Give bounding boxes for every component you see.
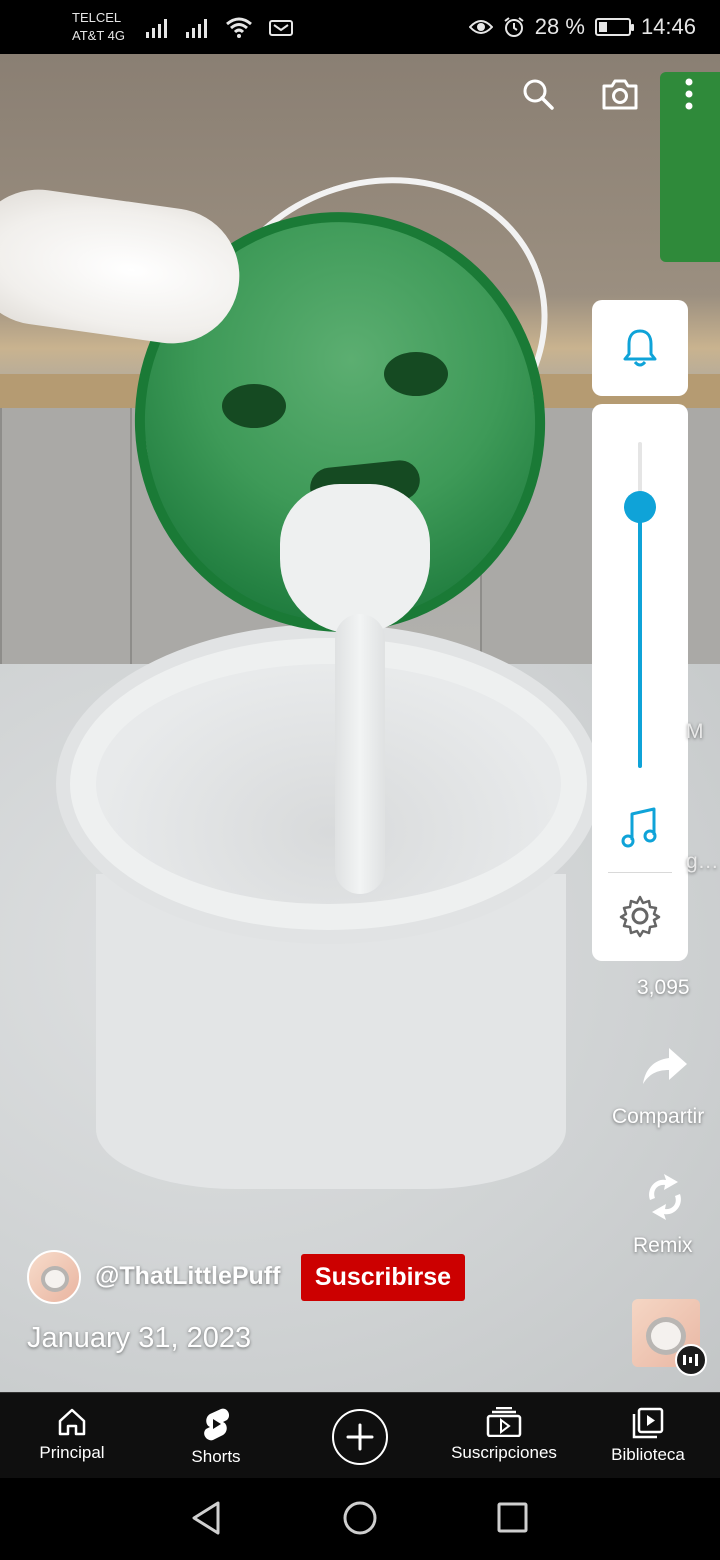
partial-label: g…	[686, 850, 719, 873]
volume-panel	[592, 404, 688, 961]
sound-badge-icon	[675, 1344, 707, 1376]
lid-eye-right	[384, 352, 448, 396]
notification-bell-button[interactable]	[592, 300, 688, 396]
nav-item-suscripciones[interactable]: Suscripciones	[441, 1393, 567, 1479]
lid-eye-left	[222, 384, 286, 428]
nav-item-principal[interactable]: Principal	[22, 1393, 122, 1479]
battery-percent: 28 %	[534, 14, 585, 39]
music-note-icon[interactable]	[620, 806, 660, 850]
signal-group	[145, 16, 293, 38]
cat-paw	[0, 180, 249, 353]
system-navigation-bar	[0, 1478, 720, 1560]
nav-item-biblioteca[interactable]: Biblioteca	[598, 1393, 698, 1479]
gear-icon[interactable]	[618, 894, 662, 938]
signal-icon	[145, 19, 167, 38]
subscribe-button[interactable]: Suscribirse	[301, 1254, 465, 1301]
paint-stream	[335, 614, 385, 894]
volume-slider-fill	[638, 507, 642, 768]
more-vert-icon[interactable]	[684, 76, 694, 112]
cat-avatar-image	[41, 1266, 69, 1292]
carrier-name-1: TELCEL	[72, 10, 122, 25]
library-icon	[632, 1407, 664, 1439]
shorts-icon	[204, 1408, 230, 1441]
remix-button-label[interactable]: Remix	[633, 1234, 693, 1258]
carrier-info: TELCEL AT&T 4G	[72, 9, 125, 45]
nav-item-shorts[interactable]: Shorts	[166, 1393, 266, 1479]
carrier-name-2: AT&T 4G	[72, 28, 125, 43]
back-icon[interactable]	[190, 1500, 222, 1536]
wifi-icon	[226, 17, 252, 38]
alarm-icon	[504, 17, 524, 37]
nav-label: Principal	[39, 1443, 105, 1462]
remix-icon[interactable]	[640, 1172, 690, 1222]
battery-fill	[598, 22, 607, 32]
battery-icon	[594, 18, 634, 36]
status-right: 28 % 14:46	[468, 14, 696, 40]
bell-icon	[623, 329, 657, 367]
subscriptions-icon	[486, 1407, 522, 1437]
partial-label: M	[686, 720, 704, 743]
home-circle-icon[interactable]	[342, 1500, 378, 1536]
video-top-icons	[520, 76, 694, 112]
share-icon[interactable]	[641, 1046, 689, 1086]
volume-slider-knob[interactable]	[624, 491, 656, 524]
create-plus-icon	[346, 1423, 374, 1451]
clock: 14:46	[640, 14, 696, 39]
nav-label: Shorts	[191, 1447, 241, 1466]
paint-pour	[280, 484, 430, 634]
home-icon	[58, 1408, 86, 1436]
channel-avatar[interactable]	[27, 1250, 81, 1304]
audio-bars-icon	[683, 1354, 698, 1366]
bucket-inner	[96, 664, 561, 904]
camera-icon[interactable]	[600, 76, 640, 112]
notification-icon	[268, 20, 293, 36]
likes-count: 3,095	[637, 976, 690, 999]
create-button[interactable]	[332, 1409, 388, 1465]
channel-name[interactable]: @ThatLittlePuff	[95, 1262, 280, 1291]
video-date: January 31, 2023	[27, 1322, 252, 1354]
status-bar: TELCEL AT&T 4G 28 % 14:46	[0, 0, 720, 54]
eye-icon	[468, 20, 493, 34]
search-icon[interactable]	[520, 76, 556, 112]
panel-divider	[608, 872, 672, 873]
recents-icon[interactable]	[496, 1500, 528, 1536]
nav-label: Biblioteca	[611, 1445, 685, 1464]
nav-label: Suscripciones	[451, 1443, 557, 1462]
share-button-label[interactable]: Compartir	[612, 1105, 704, 1129]
white-bucket	[56, 624, 601, 1189]
signal-icon-2	[185, 19, 207, 38]
